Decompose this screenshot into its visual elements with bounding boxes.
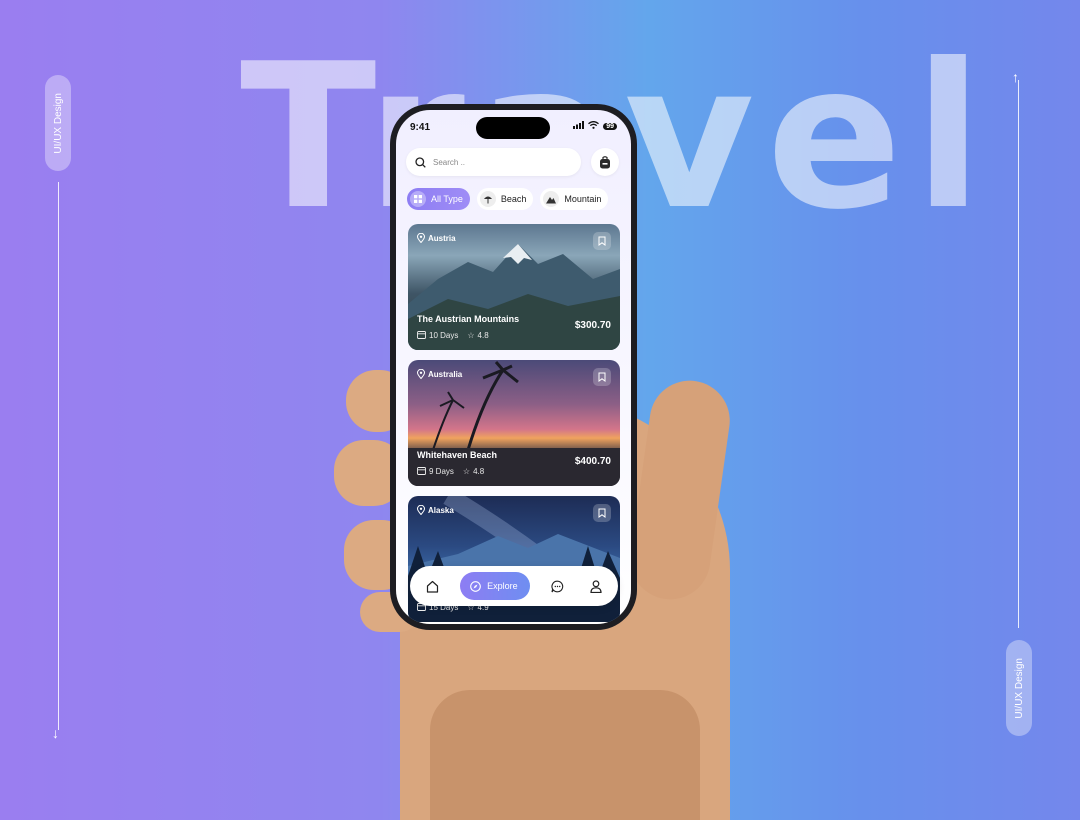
bookmark-button[interactable] — [593, 504, 611, 522]
map-pin-icon — [417, 369, 425, 379]
status-icons: 99 — [573, 121, 617, 131]
search-icon — [415, 156, 426, 168]
bottom-navigation: Explore — [410, 566, 618, 606]
backpack-icon — [600, 155, 610, 168]
bookmark-button[interactable] — [593, 232, 611, 250]
star-icon: ☆ — [467, 331, 475, 340]
destination-card-australia[interactable]: Australia Whitehaven Beach 9 Days ☆ 4.8 $… — [408, 360, 620, 486]
calendar-icon — [417, 330, 426, 341]
chip-all-type[interactable]: All Type — [407, 188, 470, 210]
compass-icon — [470, 580, 482, 592]
nav-home-button[interactable] — [422, 576, 442, 596]
nav-explore-button[interactable]: Explore — [460, 572, 530, 600]
bookmark-icon — [598, 372, 606, 382]
location-label: Austria — [417, 233, 456, 243]
wifi-icon — [588, 121, 600, 131]
duration: 9 Days — [429, 467, 454, 476]
rating: 4.8 — [473, 467, 485, 476]
backpack-button[interactable] — [591, 148, 619, 176]
nav-chat-button[interactable] — [548, 576, 568, 596]
chip-label: Beach — [500, 194, 527, 204]
battery-indicator: 99 — [603, 122, 617, 130]
arrow-down-icon: ↓ — [52, 725, 59, 741]
map-pin-icon — [417, 505, 425, 515]
search-bar[interactable] — [406, 148, 581, 176]
location-label: Alaska — [417, 505, 454, 515]
map-pin-icon — [417, 233, 425, 243]
dynamic-island — [476, 117, 550, 139]
profile-icon — [590, 579, 602, 593]
price: $400.70 — [574, 456, 611, 467]
rating: 4.8 — [477, 331, 489, 340]
home-icon — [426, 580, 438, 593]
chip-beach[interactable]: Beach — [476, 188, 534, 210]
chip-mountain[interactable]: Mountain — [540, 188, 609, 210]
app-screen: 9:41 99 All Type Beach — [396, 110, 631, 624]
right-divider-line — [1018, 80, 1019, 628]
chip-label: Mountain — [564, 194, 602, 204]
bookmark-button[interactable] — [593, 368, 611, 386]
bookmark-icon — [598, 508, 606, 518]
signal-icon — [573, 121, 585, 131]
star-icon: ☆ — [462, 467, 471, 476]
chat-icon — [551, 580, 564, 592]
destination-meta: 9 Days ☆ 4.8 — [417, 466, 484, 477]
side-label-left: UI/UX Design — [45, 75, 71, 171]
destination-meta: 10 Days ☆ 4.8 — [417, 330, 489, 341]
bookmark-icon — [598, 236, 606, 246]
side-label-right: UI/UX Design — [1006, 640, 1032, 736]
chip-label: All Type — [431, 194, 463, 204]
duration: 10 Days — [429, 331, 459, 340]
price: $300.70 — [574, 320, 611, 331]
nav-profile-button[interactable] — [586, 576, 606, 596]
hand-wrist — [430, 690, 700, 820]
beach-icon — [479, 191, 496, 207]
calendar-icon — [417, 466, 426, 477]
search-input[interactable] — [431, 156, 565, 168]
category-chips: All Type Beach Mountain — [407, 188, 609, 210]
destination-title: Whitehaven Beach — [417, 450, 498, 460]
destination-card-austria[interactable]: Austria The Austrian Mountains 10 Days ☆… — [408, 224, 620, 350]
left-divider-line — [58, 182, 59, 730]
destination-title: The Austrian Mountains — [417, 314, 520, 324]
grid-icon — [410, 191, 426, 207]
explore-label: Explore — [487, 581, 518, 591]
location-label: Australia — [417, 369, 462, 379]
status-time: 9:41 — [410, 122, 431, 133]
mountain-icon — [543, 191, 560, 207]
